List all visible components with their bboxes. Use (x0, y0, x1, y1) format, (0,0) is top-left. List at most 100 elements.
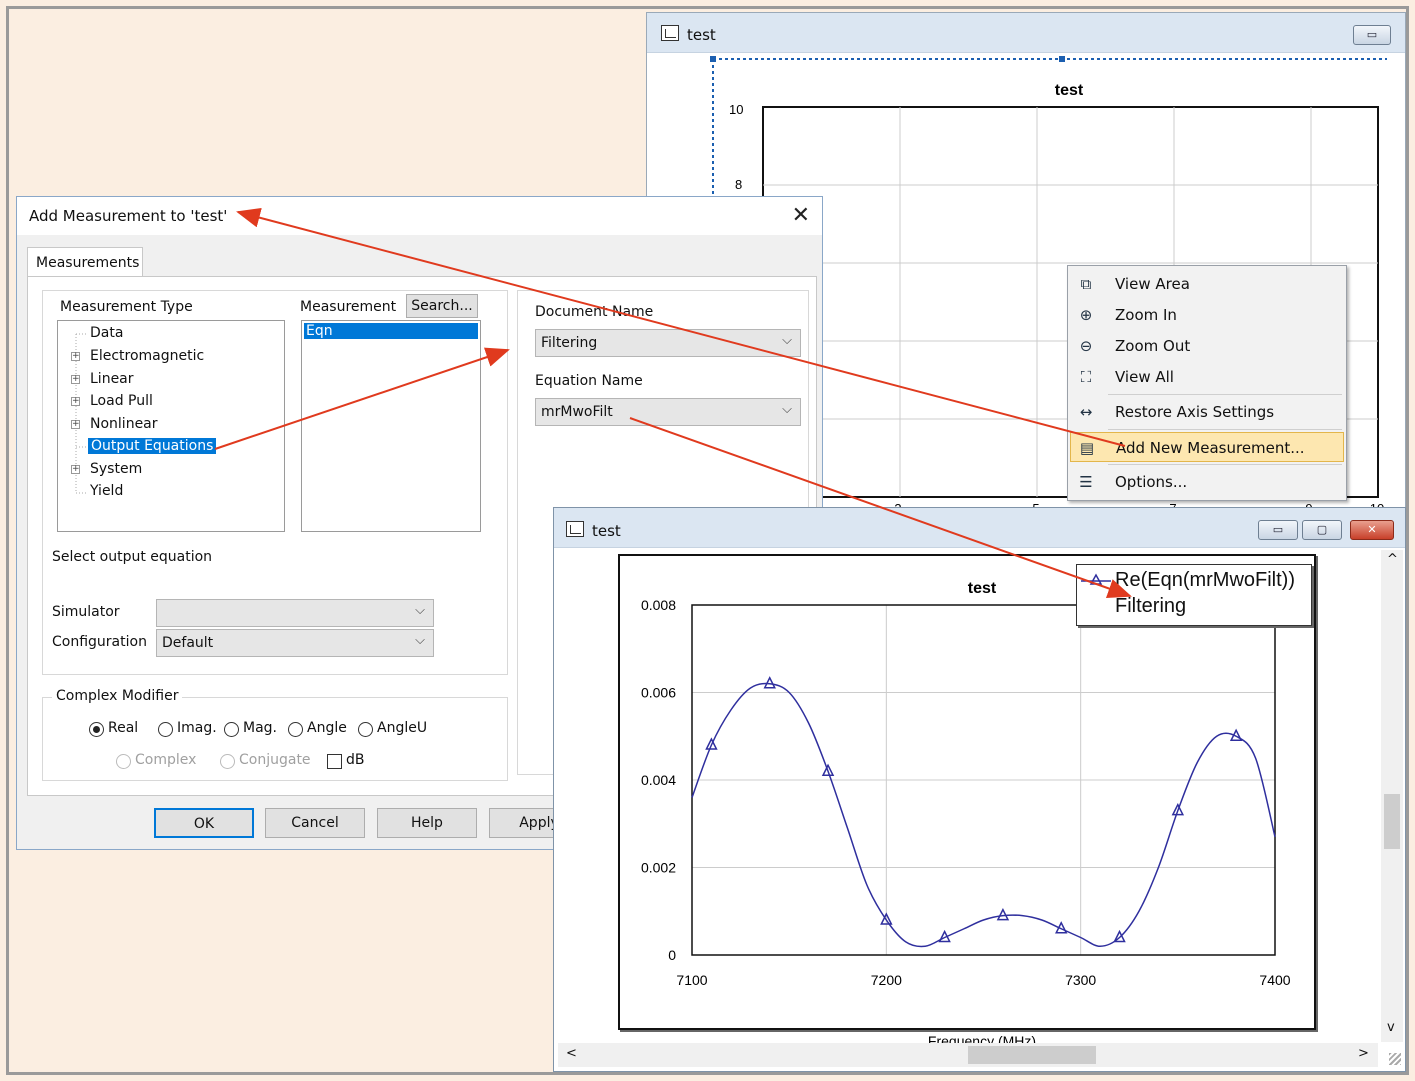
radio-conjugate[interactable] (220, 754, 235, 769)
selection-handle[interactable] (710, 56, 716, 62)
measurement-list[interactable]: Eqn (301, 320, 481, 532)
configuration-value: Default (162, 635, 214, 651)
graph-context-menu[interactable]: ⧉ View Area ⊕ Zoom In ⊖ Zoom Out ⛶ View … (1067, 265, 1347, 501)
background-chart-title: test (1055, 82, 1084, 99)
tree-item-linear[interactable]: Linear (90, 371, 134, 387)
legend-marker-icon (1081, 573, 1111, 585)
resize-grip[interactable] (1389, 1053, 1401, 1065)
scroll-down-arrow[interactable]: v (1387, 1020, 1395, 1035)
expand-icon[interactable]: + (71, 352, 80, 361)
selection-handle[interactable] (1059, 56, 1065, 62)
expand-icon[interactable]: + (71, 465, 80, 474)
complex-modifier-label: Complex Modifier (52, 688, 183, 704)
chevron-down-icon: ⌵ (782, 333, 792, 348)
maximize-button[interactable]: ▢ (1302, 520, 1342, 540)
menu-item-zoom-out[interactable]: ⊖ Zoom Out (1068, 331, 1346, 361)
document-name-label: Document Name (535, 304, 654, 320)
y-tick-label: 0.004 (641, 772, 676, 788)
radio-angleu[interactable] (358, 722, 373, 737)
simulator-label: Simulator (52, 604, 120, 620)
menu-item-options[interactable]: ☰ Options... (1068, 467, 1346, 497)
radio-imag-label: Imag. (177, 720, 217, 736)
menu-item-restore-axis-settings[interactable]: ↔ Restore Axis Settings (1068, 397, 1346, 427)
equation-name-combo[interactable]: mrMwoFilt ⌵ (535, 398, 801, 426)
dialog-titlebar[interactable]: Add Measurement to 'test' ✕ (17, 197, 822, 235)
tree-item-load-pull[interactable]: Load Pull (90, 393, 153, 409)
menu-item-add-new-measurement[interactable]: ▤ Add New Measurement... (1070, 432, 1344, 462)
tree-item-system[interactable]: System (90, 461, 142, 477)
horizontal-scrollbar[interactable]: < > (558, 1043, 1378, 1067)
x-tick-label: 7300 (1065, 972, 1096, 988)
radio-complex[interactable] (116, 754, 131, 769)
simulator-combo[interactable]: ⌵ (156, 599, 434, 627)
radio-conjugate-label: Conjugate (239, 752, 311, 768)
measurement-type-tree[interactable]: Data + Electromagnetic + Linear + Load P… (57, 320, 285, 532)
expand-icon[interactable]: + (71, 420, 80, 429)
tree-item-yield[interactable]: Yield (90, 483, 123, 499)
chart-legend[interactable]: Re(Eqn(mrMwoFilt)) Filtering (1076, 564, 1312, 626)
radio-angleu-label: AngleU (377, 720, 428, 736)
scroll-up-arrow[interactable]: ^ (1387, 552, 1398, 567)
radio-real-label: Real (108, 720, 139, 736)
background-minimize-button[interactable]: ▭ (1353, 25, 1391, 45)
configuration-label: Configuration (52, 634, 147, 650)
radio-imag[interactable] (158, 722, 173, 737)
options-icon: ☰ (1079, 473, 1093, 491)
minimize-button[interactable]: ▭ (1258, 520, 1298, 540)
menu-item-label: Add New Measurement... (1116, 439, 1305, 457)
menu-item-view-all[interactable]: ⛶ View All (1068, 362, 1346, 392)
radio-angle[interactable] (288, 722, 303, 737)
dialog-title: Add Measurement to 'test' (29, 207, 228, 225)
menu-item-label: Options... (1115, 473, 1188, 491)
db-checkbox[interactable] (327, 754, 342, 769)
front-chart-svg: 0 0.002 0.004 0.006 0.008 7100 7200 7300 7400 t… (641, 580, 1291, 1049)
expand-icon[interactable]: + (71, 375, 80, 384)
horizontal-scroll-thumb[interactable] (968, 1046, 1096, 1064)
tree-item-electromagnetic[interactable]: Electromagnetic (90, 348, 204, 364)
radio-complex-label: Complex (135, 752, 197, 768)
x-tick-label: 7100 (676, 972, 707, 988)
series-line (691, 682, 1276, 948)
radio-real[interactable] (89, 722, 104, 737)
configuration-combo[interactable]: Default ⌵ (156, 629, 434, 657)
legend-entry: Re(Eqn(mrMwoFilt)) (1115, 569, 1295, 591)
tree-item-output-equations[interactable]: Output Equations (88, 438, 217, 454)
measurement-label: Measurement (300, 299, 397, 315)
scroll-right-arrow[interactable]: > (1358, 1046, 1369, 1061)
menu-separator (1108, 464, 1342, 465)
expand-icon[interactable]: + (71, 397, 80, 406)
cancel-button[interactable]: Cancel (265, 808, 365, 838)
background-window-title: test (687, 26, 716, 44)
hint-text: Select output equation (52, 549, 213, 565)
menu-separator (1108, 394, 1342, 395)
dialog-close-button[interactable]: ✕ (792, 203, 810, 228)
search-button[interactable]: Search... (406, 294, 478, 318)
measurement-type-label: Measurement Type (60, 299, 193, 315)
document-name-combo[interactable]: Filtering ⌵ (535, 329, 801, 357)
background-y-tick: 10 (729, 102, 743, 117)
vertical-scroll-thumb[interactable] (1384, 794, 1400, 849)
x-tick-label: 7200 (871, 972, 902, 988)
scroll-left-arrow[interactable]: < (566, 1046, 577, 1061)
background-window-titlebar[interactable]: test ▭ (647, 13, 1405, 53)
graph-window-icon (661, 25, 679, 41)
front-window-titlebar[interactable]: test ▭ ▢ ✕ (554, 508, 1405, 548)
front-window-title: test (592, 522, 621, 540)
menu-item-view-area[interactable]: ⧉ View Area (1068, 269, 1346, 299)
measurement-item-eqn[interactable]: Eqn (304, 323, 478, 339)
ok-button[interactable]: OK (154, 808, 254, 838)
chart-grid (691, 604, 1276, 956)
tree-item-nonlinear[interactable]: Nonlinear (90, 416, 158, 432)
restore-axis-icon: ↔ (1079, 403, 1093, 421)
vertical-scrollbar[interactable]: ^ v (1381, 550, 1403, 1042)
y-tick-label: 0.008 (641, 597, 676, 613)
y-axis-ticks: 0 0.002 0.004 0.006 0.008 (641, 597, 676, 963)
front-graph-window[interactable]: test ▭ ▢ ✕ 0 0.002 0.004 0.006 0.008 7100 720… (553, 507, 1406, 1072)
close-button[interactable]: ✕ (1350, 520, 1394, 540)
tree-item-data[interactable]: Data (90, 325, 123, 341)
help-button[interactable]: Help (377, 808, 477, 838)
tab-measurements[interactable]: Measurements (27, 247, 143, 277)
menu-item-zoom-in[interactable]: ⊕ Zoom In (1068, 300, 1346, 330)
radio-mag[interactable] (224, 722, 239, 737)
radio-angle-label: Angle (307, 720, 347, 736)
